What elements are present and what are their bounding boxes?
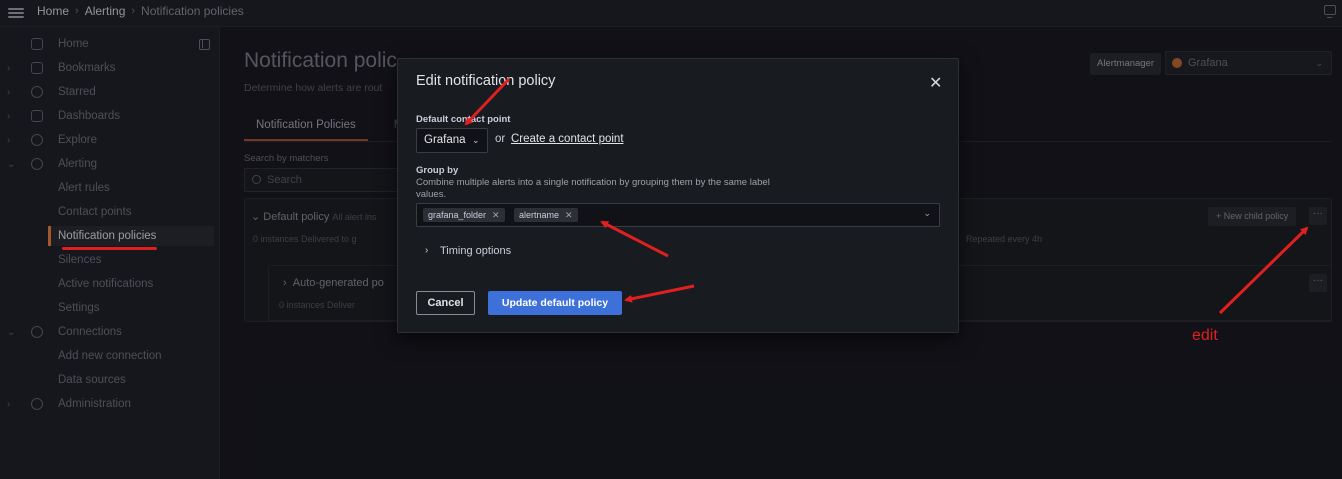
contact-point-value: Grafana (424, 134, 466, 146)
group-by-chip: grafana_folder ✕ (423, 208, 505, 222)
timing-options-label: Timing options (440, 245, 512, 257)
cancel-button[interactable]: Cancel (416, 291, 475, 315)
contact-point-select[interactable]: Grafana ⌄ (416, 128, 488, 153)
chevron-down-icon[interactable]: ⌄ (923, 208, 931, 219)
or-text: or (495, 133, 506, 145)
annotation-edit-label: edit (1192, 327, 1218, 344)
create-contact-point-link[interactable]: Create a contact point (511, 133, 624, 145)
contact-point-label: Default contact point (416, 114, 511, 125)
group-by-description: Combine multiple alerts into a single no… (416, 177, 770, 200)
modal-title: Edit notification policy (416, 73, 556, 89)
edit-policy-modal: Edit notification policy ✕ Default conta… (397, 58, 959, 333)
group-by-chip: alertname ✕ (514, 208, 578, 222)
group-by-input[interactable]: grafana_folder ✕ alertname ✕ ⌄ (416, 203, 940, 227)
chevron-right-icon: › (425, 245, 429, 256)
group-by-label: Group by (416, 165, 459, 176)
annotation-underline (62, 247, 157, 250)
remove-chip-icon[interactable]: ✕ (492, 210, 500, 220)
update-default-policy-button[interactable]: Update default policy (488, 291, 622, 315)
chevron-down-icon: ⌄ (472, 135, 480, 145)
close-icon[interactable]: ✕ (929, 73, 942, 93)
remove-chip-icon[interactable]: ✕ (565, 210, 573, 220)
chip-label: alertname (519, 210, 560, 220)
chip-label: grafana_folder (428, 210, 487, 220)
